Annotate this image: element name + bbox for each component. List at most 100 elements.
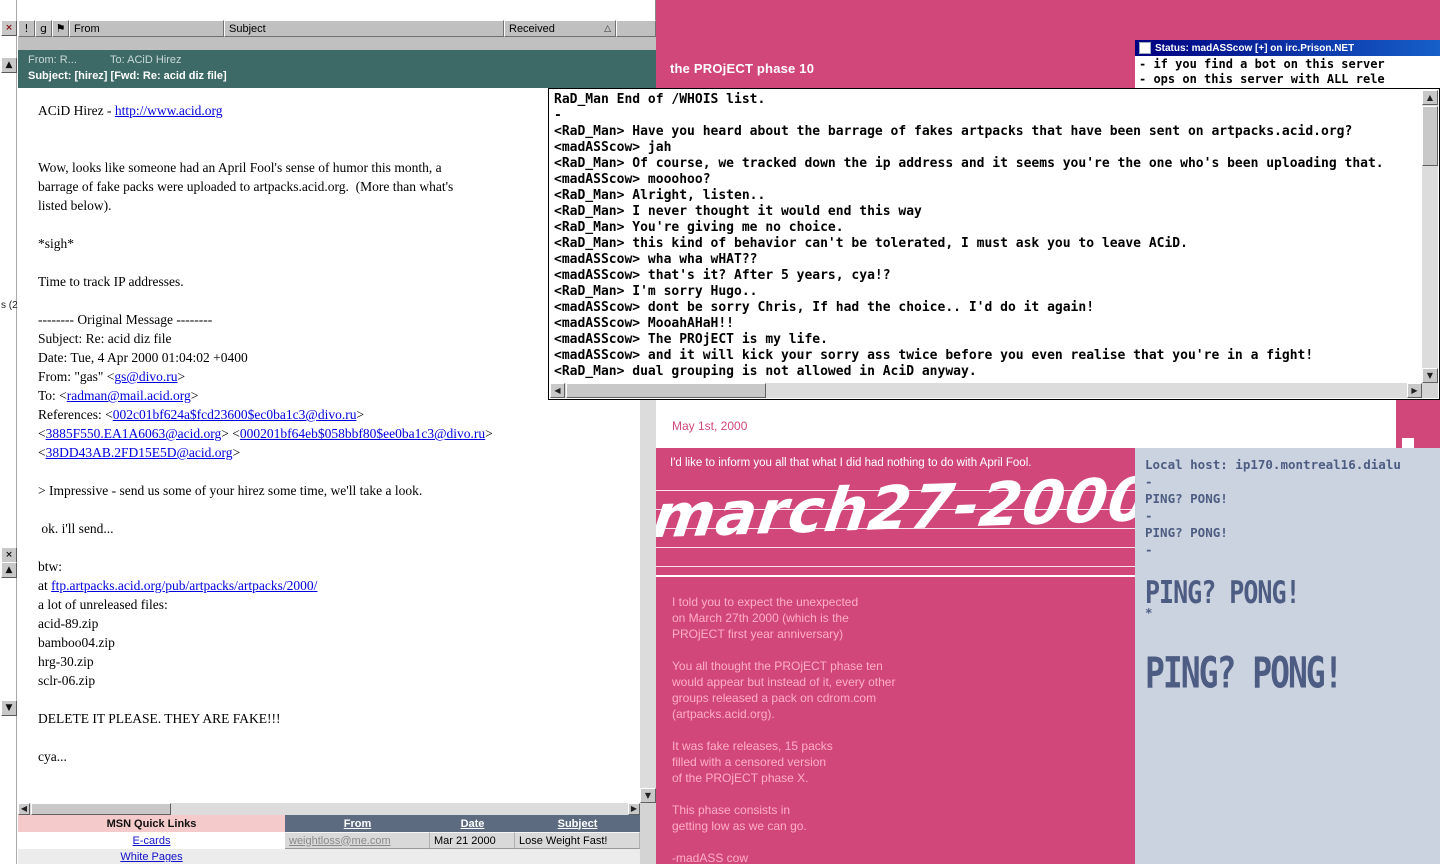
ad-from-cell[interactable]: weightloss@me.com <box>285 832 430 849</box>
mail-text-segment: bamboo04.zip <box>38 635 115 650</box>
subject-label: Subject: <box>28 70 71 82</box>
mail-link[interactable]: 3885F550.EA1A6063@acid.org <box>46 426 222 441</box>
mail-text-segment: ok. i'll send... <box>38 521 114 536</box>
msn-links-row: E-cards <box>18 832 285 849</box>
irc-line: - <box>554 108 1422 124</box>
ad-date-cell: Mar 21 2000 <box>430 832 515 849</box>
irc-line: <madASScow> wha wha wHAT?? <box>554 252 1422 268</box>
column-subject[interactable]: Subject <box>224 20 504 37</box>
ad-column-from[interactable]: From <box>285 815 430 832</box>
mail-body-line: acid-89.zip <box>38 614 610 633</box>
ad-table-header: From Date Subject <box>285 815 640 832</box>
from-value: R... <box>60 54 77 66</box>
mail-scrollbar-horizontal[interactable]: ◀ ▶ <box>18 803 640 815</box>
scroll-down-icon[interactable]: ▼ <box>1422 368 1438 383</box>
scroll-right-icon[interactable]: ▶ <box>1407 383 1422 398</box>
column-attachment[interactable]: g <box>35 20 52 37</box>
scrollbar-corner <box>1422 383 1438 398</box>
mail-body-line: <38DD43AB.2FD15E5D@acid.org> <box>38 443 610 462</box>
status-line: - ops on this server with ALL rele <box>1139 72 1436 87</box>
scroll-right-icon[interactable]: ▶ <box>628 803 640 815</box>
column-received[interactable]: Received △ <box>504 20 616 37</box>
mail-link[interactable]: 002c01bf624a$fcd23600$ec0ba1c3@divo.ru <box>113 407 357 422</box>
scrollbar-thumb[interactable] <box>31 803 171 815</box>
ruled-line <box>656 566 1135 567</box>
ad-column-date[interactable]: Date <box>430 815 515 832</box>
ad-table-row: weightloss@me.com Mar 21 2000 Lose Weigh… <box>285 832 640 849</box>
ad-subject-cell: Lose Weight Fast! <box>515 832 640 849</box>
scroll-down-icon[interactable]: ▼ <box>1 700 17 716</box>
left-rail: × ▲ s (2 × ▲ ▼ <box>0 0 17 864</box>
panel-intro-text: I'd like to inform you all that what I d… <box>670 457 1031 469</box>
irc-scrollbar-horizontal[interactable]: ◀ ▶ <box>550 383 1422 398</box>
mail-link[interactable]: http://www.acid.org <box>115 103 223 118</box>
irc-line: <RaD_Man> dual grouping is not allowed i… <box>554 364 1422 380</box>
irc-scrollbar-vertical[interactable]: ▲ ▼ <box>1422 90 1438 383</box>
irc-log-window: RaD_Man End of /WHOIS list.-<RaD_Man> Ha… <box>548 88 1440 400</box>
scroll-left-icon[interactable]: ◀ <box>550 383 565 398</box>
scrollbar-thumb[interactable] <box>566 383 766 398</box>
mail-text-segment: References: < <box>38 407 113 422</box>
mail-body-line <box>38 690 610 709</box>
folder-label-fragment: s (2 <box>1 300 18 311</box>
mail-link[interactable]: ftp.artpacks.acid.org/pub/artpacks/artpa… <box>51 578 317 593</box>
mail-text-segment: > Impressive - send us some of your hire… <box>38 483 422 498</box>
mail-body-line: at ftp.artpacks.acid.org/pub/artpacks/ar… <box>38 576 610 595</box>
mail-body: ACiD Hirez - http://www.acid.org Wow, lo… <box>18 88 640 803</box>
mail-text-segment: a lot of unreleased files: <box>38 597 168 612</box>
mail-body-line: Subject: Re: acid diz file <box>38 329 610 348</box>
scroll-left-icon[interactable]: ◀ <box>18 803 30 815</box>
msn-links-row-clipped: White Pages <box>18 849 285 862</box>
to-value: ACiD Hirez <box>127 54 181 66</box>
mail-text-segment: sclr-06.zip <box>38 673 95 688</box>
mail-text-segment: > <box>233 445 241 460</box>
mail-text-segment: hrg-30.zip <box>38 654 94 669</box>
msn-quick-links-bar: MSN Quick Links <box>18 815 285 832</box>
mail-body-line <box>38 120 610 139</box>
close-icon[interactable]: × <box>1 547 17 563</box>
column-from[interactable]: From <box>69 20 224 37</box>
terminal-line: PING? PONG! <box>1145 524 1440 541</box>
column-priority[interactable]: ! <box>18 20 35 37</box>
ad-column-subject[interactable]: Subject <box>515 815 640 832</box>
scroll-down-icon[interactable]: ▼ <box>640 788 656 803</box>
mail-body-line <box>38 253 610 272</box>
from-label: From: <box>28 54 57 66</box>
scrollbar-corner <box>640 803 656 864</box>
scroll-up-icon[interactable]: ▲ <box>1422 90 1438 105</box>
mail-body-line <box>38 728 610 747</box>
mail-body-line: Wow, looks like someone had an April Foo… <box>38 158 610 177</box>
close-icon[interactable]: × <box>1 20 17 36</box>
mail-body-line: a lot of unreleased files: <box>38 595 610 614</box>
irc-line: <RaD_Man> You're giving me no choice. <box>554 220 1422 236</box>
status-title-bar[interactable]: Status: madASScow [+] on irc.Prison.NET <box>1135 40 1440 56</box>
scroll-up-icon[interactable]: ▲ <box>1 57 17 73</box>
mail-body-line <box>38 291 610 310</box>
mail-text-segment: < <box>38 426 46 441</box>
divider-line <box>656 575 1135 577</box>
mail-link[interactable]: 38DD43AB.2FD15E5D@acid.org <box>46 445 233 460</box>
white-pages-link[interactable]: White Pages <box>120 849 182 862</box>
preview-subject-line: Subject: [hirez] [Fwd: Re: acid diz file… <box>28 70 646 82</box>
graffiti-band: march27-2000 <box>656 478 1135 575</box>
irc-line: <RaD_Man> Alright, listen.. <box>554 188 1422 204</box>
mail-link[interactable]: gs@divo.ru <box>114 369 177 384</box>
ecards-link[interactable]: E-cards <box>133 835 171 847</box>
terminal-line: PING? PONG! <box>1145 490 1440 507</box>
column-flag[interactable]: ⚑ <box>52 20 69 37</box>
to-label: To: <box>110 54 125 66</box>
mail-text-segment: at <box>38 578 51 593</box>
mail-link[interactable]: 000201bf64eb$058bbf80$ee0ba1c3@divo.ru <box>240 426 485 441</box>
scrollbar-thumb[interactable] <box>1422 106 1438 166</box>
mail-link[interactable]: radman@mail.acid.org <box>67 388 191 403</box>
terminal-line: - <box>1145 541 1440 558</box>
mail-body-line: hrg-30.zip <box>38 652 610 671</box>
mail-text-segment: > <box>177 369 185 384</box>
msn-logo: MSN <box>107 818 131 830</box>
mail-text-segment: > <box>485 426 493 441</box>
mail-text-segment: -------- Original Message -------- <box>38 312 212 327</box>
panel-paragraphs: I told you to expect the unexpected on M… <box>672 594 895 864</box>
page-edge-box <box>1402 438 1414 448</box>
message-list[interactable] <box>18 37 656 50</box>
scroll-up-icon[interactable]: ▲ <box>1 562 17 578</box>
